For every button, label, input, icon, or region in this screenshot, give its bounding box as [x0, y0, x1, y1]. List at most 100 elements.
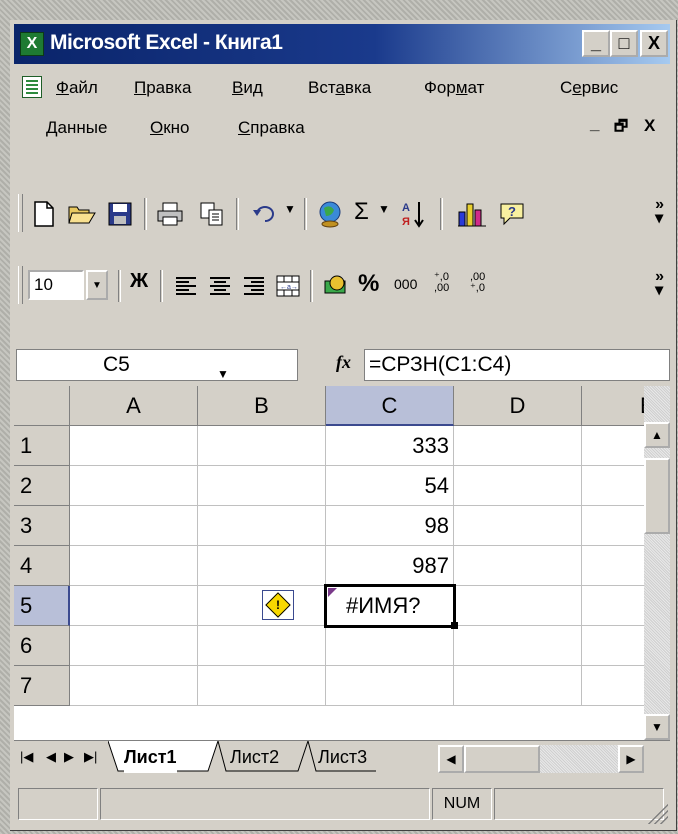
- cell-c3[interactable]: 98: [326, 506, 454, 546]
- column-header-a[interactable]: A: [70, 386, 198, 426]
- cell-e2[interactable]: [582, 466, 644, 506]
- column-header-d[interactable]: D: [454, 386, 582, 426]
- cell-d1[interactable]: [454, 426, 582, 466]
- cell-e7[interactable]: [582, 666, 644, 706]
- menu-file[interactable]: Файл: [56, 78, 98, 98]
- maximize-button[interactable]: □: [610, 30, 638, 57]
- row-header-7[interactable]: 7: [14, 666, 70, 706]
- cell-e4[interactable]: [582, 546, 644, 586]
- workbook-icon[interactable]: [22, 76, 42, 98]
- horizontal-scroll-thumb[interactable]: [464, 745, 540, 773]
- undo-icon[interactable]: [246, 196, 282, 232]
- close-button[interactable]: X: [640, 30, 668, 57]
- cell-e6[interactable]: [582, 626, 644, 666]
- cell-a5[interactable]: [70, 586, 198, 626]
- open-icon[interactable]: [64, 196, 100, 232]
- undo-dropdown-arrow[interactable]: ▼: [284, 202, 296, 216]
- cell-b4[interactable]: [198, 546, 326, 586]
- cell-c6[interactable]: [326, 626, 454, 666]
- last-sheet-icon[interactable]: ▶|: [84, 749, 97, 765]
- column-header-c[interactable]: C: [326, 386, 454, 426]
- toolbar-grip[interactable]: [18, 194, 23, 232]
- row-header-6[interactable]: 6: [14, 626, 70, 666]
- insert-function-icon[interactable]: fx: [336, 352, 351, 373]
- row-header-5[interactable]: 5: [14, 586, 70, 626]
- cell-d6[interactable]: [454, 626, 582, 666]
- cell-b3[interactable]: [198, 506, 326, 546]
- toolbar-options-icon[interactable]: » ▾: [655, 197, 664, 227]
- bold-button[interactable]: Ж: [130, 270, 148, 293]
- align-left-icon[interactable]: [168, 268, 204, 304]
- scroll-right-icon[interactable]: ▶: [618, 745, 644, 773]
- percent-button[interactable]: %: [358, 270, 379, 298]
- scroll-up-icon[interactable]: ▲: [644, 422, 670, 448]
- cell-e3[interactable]: [582, 506, 644, 546]
- resize-grip-icon[interactable]: [648, 804, 668, 824]
- cell-c7[interactable]: [326, 666, 454, 706]
- worksheet-grid[interactable]: A B C D E 1 2 3 4 5 6 7 333 54 98 987: [14, 386, 644, 740]
- cell-a1[interactable]: [70, 426, 198, 466]
- cell-b2[interactable]: [198, 466, 326, 506]
- save-icon[interactable]: [102, 196, 138, 232]
- cell-b6[interactable]: [198, 626, 326, 666]
- cell-d3[interactable]: [454, 506, 582, 546]
- select-all-corner[interactable]: [14, 386, 70, 426]
- cell-d4[interactable]: [454, 546, 582, 586]
- fill-handle[interactable]: [451, 622, 458, 629]
- cell-d2[interactable]: [454, 466, 582, 506]
- decrease-decimal-button[interactable]: ,00 ⁺,0: [470, 272, 498, 294]
- cell-d5[interactable]: [454, 586, 582, 626]
- autosum-icon[interactable]: Σ: [354, 198, 369, 226]
- previous-sheet-icon[interactable]: ◀: [46, 749, 56, 765]
- font-size-combo[interactable]: 10: [28, 270, 84, 300]
- scroll-down-icon[interactable]: ▼: [644, 714, 670, 740]
- hyperlink-icon[interactable]: [312, 196, 348, 232]
- cell-a7[interactable]: [70, 666, 198, 706]
- excel-icon[interactable]: X: [20, 32, 44, 56]
- column-header-e[interactable]: E: [582, 386, 644, 426]
- cell-e5[interactable]: [582, 586, 644, 626]
- menu-format[interactable]: Формат: [424, 78, 484, 98]
- next-sheet-icon[interactable]: ▶: [64, 749, 74, 765]
- sort-ascending-icon[interactable]: АЯ: [396, 196, 432, 232]
- name-box-dropdown-icon[interactable]: ▼: [217, 359, 229, 389]
- vertical-scrollbar[interactable]: ▲ ▼: [644, 386, 670, 740]
- menu-tools[interactable]: Сервис: [560, 78, 618, 98]
- row-header-1[interactable]: 1: [14, 426, 70, 466]
- menu-insert[interactable]: Вставка: [308, 78, 371, 98]
- align-center-icon[interactable]: [202, 268, 238, 304]
- horizontal-scrollbar[interactable]: ◀ ▶: [438, 745, 644, 773]
- menu-help[interactable]: Справка: [238, 118, 305, 138]
- increase-decimal-button[interactable]: ⁺,0 ,00: [434, 272, 462, 294]
- cell-a2[interactable]: [70, 466, 198, 506]
- first-sheet-icon[interactable]: |◀: [20, 749, 33, 765]
- thousands-separator-button[interactable]: 000: [394, 276, 417, 292]
- column-header-b[interactable]: B: [198, 386, 326, 426]
- cell-c5[interactable]: #ИМЯ?: [326, 586, 454, 626]
- sheet-tab-1[interactable]: Лист1: [124, 741, 177, 773]
- autosum-dropdown-arrow[interactable]: ▼: [378, 202, 390, 216]
- menu-data[interactable]: Данные: [46, 118, 107, 138]
- formula-input[interactable]: =СРЗН(C1:C4): [364, 349, 670, 381]
- minimize-button[interactable]: _: [582, 30, 610, 57]
- row-header-3[interactable]: 3: [14, 506, 70, 546]
- toolbar-grip[interactable]: [18, 266, 23, 304]
- chart-wizard-icon[interactable]: [454, 196, 490, 232]
- help-icon[interactable]: ?: [494, 196, 530, 232]
- cell-d7[interactable]: [454, 666, 582, 706]
- new-icon[interactable]: [26, 196, 62, 232]
- cell-b1[interactable]: [198, 426, 326, 466]
- copy-icon[interactable]: [194, 196, 230, 232]
- cell-a4[interactable]: [70, 546, 198, 586]
- row-header-2[interactable]: 2: [14, 466, 70, 506]
- row-header-4[interactable]: 4: [14, 546, 70, 586]
- cell-c2[interactable]: 54: [326, 466, 454, 506]
- align-right-icon[interactable]: [236, 268, 272, 304]
- menu-window[interactable]: Окно: [150, 118, 190, 138]
- vertical-scroll-thumb[interactable]: [644, 458, 670, 534]
- error-smart-tag-icon[interactable]: !: [262, 590, 294, 620]
- menu-edit[interactable]: Правка: [134, 78, 191, 98]
- title-bar[interactable]: X Microsoft Excel - Книга1 _ □ X: [14, 24, 670, 64]
- cell-c1[interactable]: 333: [326, 426, 454, 466]
- workbook-minimize-button[interactable]: _: [590, 114, 599, 134]
